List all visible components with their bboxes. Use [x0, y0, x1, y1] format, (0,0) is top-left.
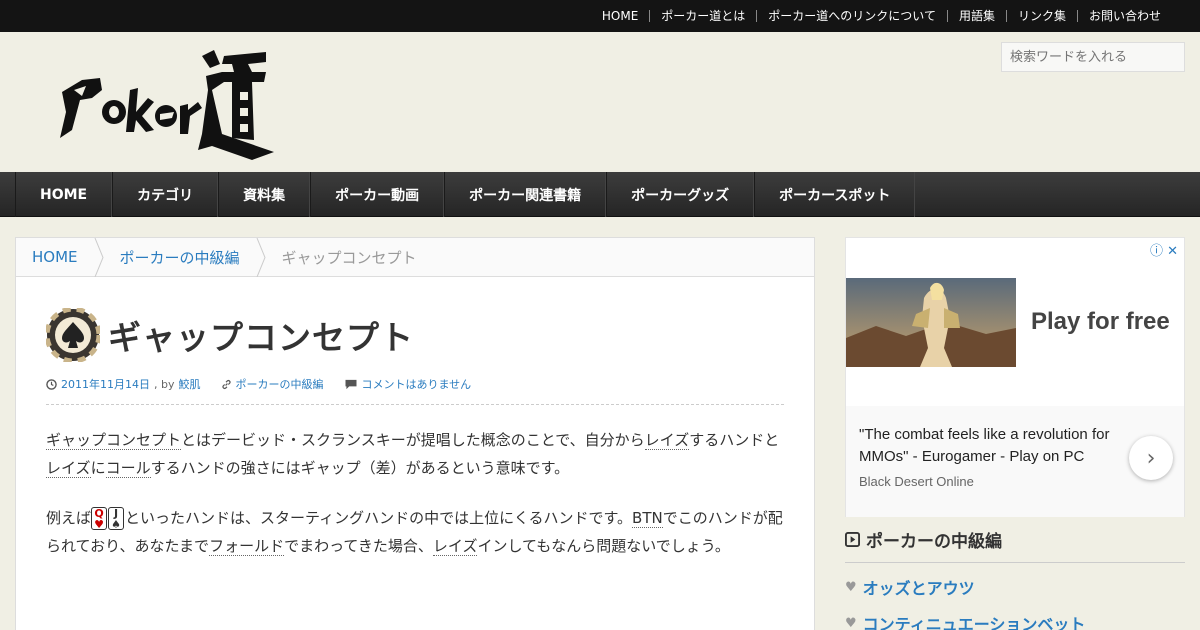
post-body: ギャップコンセプトとはデービッド・スクランスキーが提唱した概念のことで、自分から…	[46, 426, 786, 582]
clock-icon	[46, 378, 57, 390]
text: するハンドと	[689, 431, 780, 449]
mainnav-goods[interactable]: ポーカーグッズ	[606, 172, 755, 217]
mainnav-spots[interactable]: ポーカースポット	[754, 172, 916, 217]
paragraph: 例えば Q ♥J ♠ といったハンドは、スターティングハンドの中では上位にくるハンドです…	[46, 504, 786, 560]
text: でまわってきた場合、	[284, 537, 433, 555]
list-item[interactable]: ♥ オッズとアウツ	[845, 575, 1185, 599]
heart-icon: ♥	[845, 615, 857, 630]
ad-brand[interactable]: Black Desert Online	[859, 474, 974, 489]
breadcrumb-category[interactable]: ポーカーの中級編	[104, 238, 256, 277]
link-icon	[221, 379, 231, 389]
text: とはデービッド・スクランスキーが提唱した概念のことで、自分から	[181, 431, 645, 449]
glossary-link[interactable]: フォールド	[209, 537, 285, 556]
main-nav: HOME カテゴリ 資料集 ポーカー動画 ポーカー関連書籍 ポーカーグッズ ポー…	[0, 172, 1200, 217]
text: といったハンドは、スターティングハンドの中では上位にくるハンドです。	[125, 509, 633, 527]
post-by-label: , by	[154, 377, 175, 391]
ad-image[interactable]	[846, 278, 1016, 367]
card-jack-spades: J ♠	[108, 507, 125, 531]
play-square-icon	[845, 532, 860, 547]
heart-suit-icon: ♥	[94, 518, 104, 531]
text: するハンドの強さにはギャップ（差）があるという意味です。	[150, 459, 570, 477]
breadcrumb-current: ギャップコンセプト	[281, 248, 417, 267]
post-title: ギャップコンセプト	[108, 318, 414, 357]
mainnav-home[interactable]: HOME	[15, 172, 113, 217]
sidebar-heading-label: ポーカーの中級編	[866, 532, 1002, 552]
ad-info-close-icon[interactable]: ⓘ ✕	[1150, 240, 1178, 259]
topnav-glossary-link[interactable]: 用語集	[946, 10, 1006, 22]
topnav-home-link[interactable]: HOME	[591, 10, 649, 22]
ad-text-panel[interactable]: "The combat feels like a revolution for …	[846, 406, 1184, 517]
chevron-right-icon[interactable]: ›	[1129, 436, 1173, 480]
glossary-link[interactable]: BTN	[632, 509, 663, 528]
sidebar-item-label[interactable]: オッズとアウツ	[863, 575, 975, 599]
glossary-link[interactable]: レイズ	[644, 431, 690, 450]
post-meta: 2011年11月14日 , by 鮫肌 ポーカーの中級編 コメントはありません	[46, 376, 471, 392]
site-logo[interactable]	[52, 42, 276, 162]
ad-quote[interactable]: "The combat feels like a revolution for …	[859, 424, 1119, 468]
breadcrumb-home[interactable]: HOME	[16, 238, 94, 277]
card-queen-hearts: Q ♥	[91, 507, 108, 531]
poker-chip-spade-icon	[46, 308, 100, 362]
mainnav-materials[interactable]: 資料集	[218, 172, 311, 217]
ad-headline[interactable]: Play for free	[1031, 308, 1170, 336]
post-date[interactable]: 2011年11月14日	[61, 376, 150, 392]
sidebar-list: ♥ オッズとアウツ ♥ コンティニュエーションベット	[845, 575, 1185, 630]
mainnav-books[interactable]: ポーカー関連書籍	[444, 172, 607, 217]
ad-banner[interactable]: ⓘ ✕ Play for free "The combat feels like…	[845, 237, 1185, 517]
list-item[interactable]: ♥ コンティニュエーションベット	[845, 611, 1185, 630]
glossary-link[interactable]: コール	[105, 459, 151, 478]
mainnav-categories[interactable]: カテゴリ	[112, 172, 219, 217]
breadcrumb-separator-icon	[94, 237, 104, 277]
spade-suit-icon: ♠	[111, 518, 121, 531]
top-nav: HOME ポーカー道とは ポーカー道へのリンクについて 用語集 リンク集 お問い…	[591, 0, 1172, 32]
sidebar-item-label[interactable]: コンティニュエーションベット	[863, 611, 1086, 630]
mainnav-videos[interactable]: ポーカー動画	[310, 172, 445, 217]
sidebar-heading: ポーカーの中級編	[845, 527, 1185, 563]
text: インしてもなんら問題ないでしょう。	[477, 537, 730, 555]
text: に	[90, 459, 106, 477]
glossary-link[interactable]: レイズ	[432, 537, 478, 556]
post-header: ギャップコンセプト	[46, 308, 414, 362]
glossary-link[interactable]: ギャップコンセプト	[46, 431, 182, 450]
sidebar: ⓘ ✕ Play for free "The combat feels like…	[845, 237, 1185, 630]
comment-icon	[345, 379, 356, 389]
heart-icon: ♥	[845, 579, 857, 595]
topnav-about-link[interactable]: ポーカー道とは	[649, 10, 756, 22]
text: 例えば	[46, 509, 92, 527]
site-header	[0, 32, 1200, 172]
breadcrumb-separator-icon	[256, 237, 266, 277]
glossary-link[interactable]: レイズ	[46, 459, 91, 478]
search-input[interactable]	[1001, 42, 1185, 72]
post-category-link[interactable]: ポーカーの中級編	[236, 376, 324, 392]
article-panel: HOME ポーカーの中級編 ギャップコンセプト ギャップコンセプト 2011年1…	[15, 237, 815, 630]
topnav-linkpolicy-link[interactable]: ポーカー道へのリンクについて	[756, 10, 947, 22]
meta-divider	[46, 404, 784, 405]
top-bar: HOME ポーカー道とは ポーカー道へのリンクについて 用語集 リンク集 お問い…	[0, 0, 1200, 32]
topnav-contact-link[interactable]: お問い合わせ	[1076, 10, 1172, 22]
breadcrumb: HOME ポーカーの中級編 ギャップコンセプト	[16, 237, 814, 277]
post-comments-link[interactable]: コメントはありません	[362, 376, 472, 392]
post-author[interactable]: 鮫肌	[179, 376, 201, 392]
paragraph: ギャップコンセプトとはデービッド・スクランスキーが提唱した概念のことで、自分から…	[46, 426, 786, 482]
topnav-links-link[interactable]: リンク集	[1005, 10, 1077, 22]
